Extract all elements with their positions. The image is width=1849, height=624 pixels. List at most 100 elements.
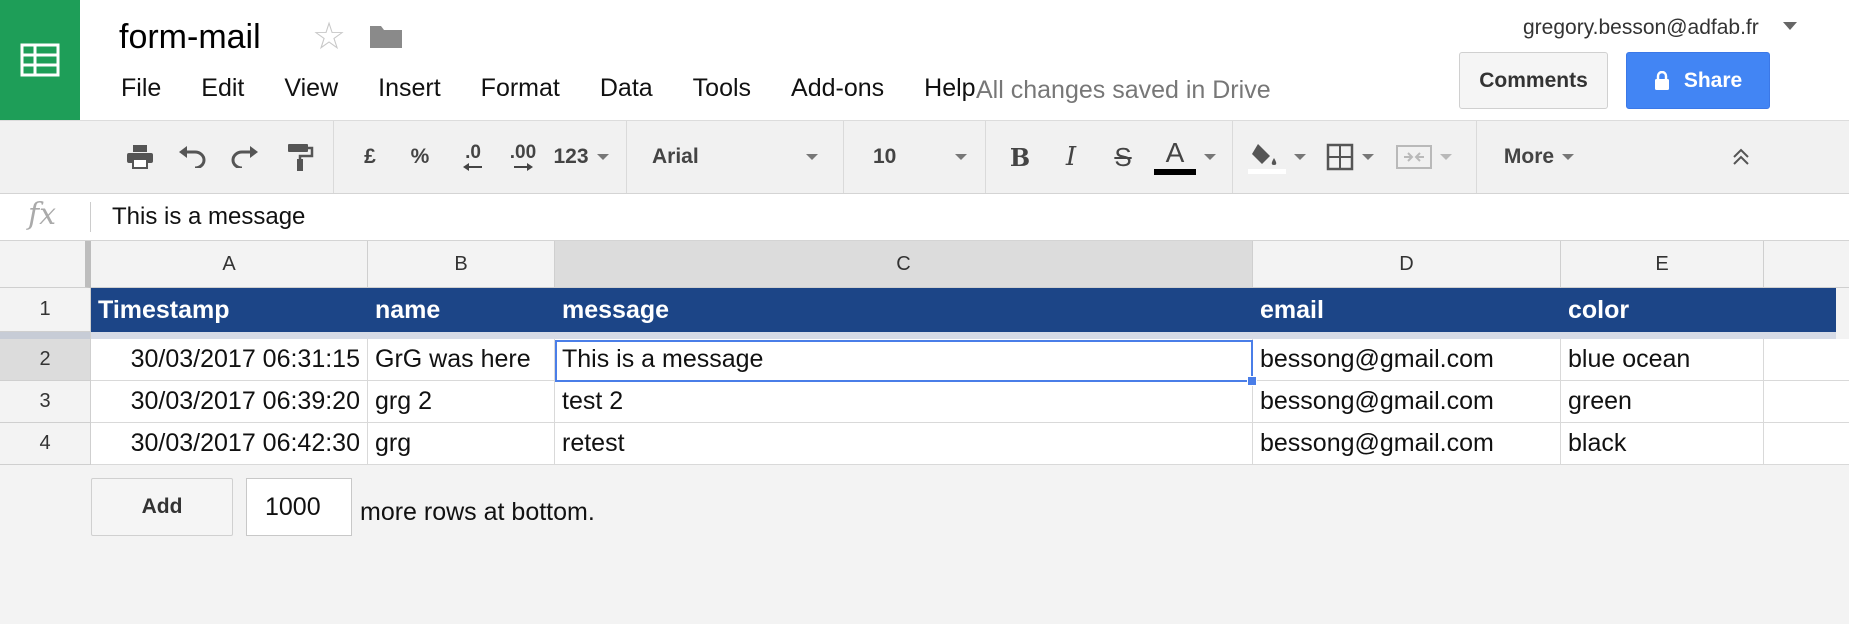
- formula-input[interactable]: This is a message: [112, 203, 305, 231]
- formula-divider: [90, 202, 91, 232]
- toolbar-separator: [1476, 121, 1477, 193]
- bold-button[interactable]: B: [1005, 121, 1035, 193]
- cell-c4[interactable]: retest: [555, 423, 1253, 465]
- strikethrough-button[interactable]: S: [1108, 121, 1138, 193]
- increase-decimals-button[interactable]: .00: [502, 121, 544, 193]
- menu-view[interactable]: View: [284, 74, 338, 103]
- menu-format[interactable]: Format: [481, 74, 560, 103]
- chevron-down-icon: [955, 154, 967, 160]
- account-dropdown-icon[interactable]: [1783, 22, 1797, 30]
- arrow-left-icon: [463, 163, 482, 171]
- font-family-dropdown[interactable]: Arial: [652, 121, 818, 193]
- header-cell-empty[interactable]: [1764, 288, 1836, 332]
- arrow-right-icon: [514, 163, 533, 171]
- account-email[interactable]: gregory.besson@adfab.fr: [1523, 16, 1759, 40]
- cell-c3[interactable]: test 2: [555, 381, 1253, 423]
- cell-a4[interactable]: 30/03/2017 06:42:30: [91, 423, 368, 465]
- comments-button[interactable]: Comments: [1459, 52, 1608, 109]
- freeze-handle[interactable]: [0, 332, 91, 339]
- text-color-button[interactable]: A: [1152, 121, 1218, 193]
- format-currency-button[interactable]: £: [355, 121, 385, 193]
- column-header-a[interactable]: A: [91, 241, 368, 288]
- column-header-e[interactable]: E: [1561, 241, 1764, 288]
- format-percent-button[interactable]: %: [405, 121, 435, 193]
- toolbar: £ % .0 .00 123 Arial 10 B I S A More: [0, 120, 1849, 194]
- chevron-down-icon: [596, 154, 609, 160]
- row-header-1[interactable]: 1: [0, 288, 91, 332]
- document-title[interactable]: form-mail: [119, 18, 261, 57]
- cell-e3[interactable]: green: [1561, 381, 1764, 423]
- cell-d3[interactable]: bessong@gmail.com: [1253, 381, 1561, 423]
- menu-add-ons[interactable]: Add-ons: [791, 74, 884, 103]
- column-header-b[interactable]: B: [368, 241, 555, 288]
- paint-format-icon[interactable]: [280, 121, 320, 193]
- menu-file[interactable]: File: [121, 74, 161, 103]
- row-header-2[interactable]: 2: [0, 339, 91, 381]
- toolbar-separator: [333, 121, 334, 193]
- more-label: More: [1503, 145, 1555, 168]
- font-size-dropdown[interactable]: 10: [873, 121, 967, 193]
- number-format-dropdown[interactable]: 123: [552, 121, 610, 193]
- cell-d2[interactable]: bessong@gmail.com: [1253, 339, 1561, 381]
- collapse-toolbar-icon[interactable]: [1726, 121, 1756, 193]
- text-color-label: A: [1165, 137, 1185, 168]
- cell-d4[interactable]: bessong@gmail.com: [1253, 423, 1561, 465]
- toolbar-separator: [843, 121, 844, 193]
- decrease-decimals-button[interactable]: .0: [455, 121, 491, 193]
- chevron-down-icon: [806, 154, 818, 160]
- save-status[interactable]: All changes saved in Drive: [976, 76, 1271, 105]
- fill-color-icon: [1248, 144, 1286, 174]
- redo-icon[interactable]: [225, 121, 265, 193]
- cell-a3[interactable]: 30/03/2017 06:39:20: [91, 381, 368, 423]
- more-dropdown[interactable]: More: [1494, 121, 1584, 193]
- header-cell-color[interactable]: color: [1561, 288, 1764, 332]
- sheets-logo-icon[interactable]: [0, 0, 80, 120]
- cell-c2[interactable]: This is a message: [555, 339, 1253, 381]
- header-cell-email[interactable]: email: [1253, 288, 1561, 332]
- cell-e2[interactable]: blue ocean: [1561, 339, 1764, 381]
- cell-b4[interactable]: grg: [368, 423, 555, 465]
- row-header-3[interactable]: 3: [0, 381, 91, 423]
- menu-data[interactable]: Data: [600, 74, 653, 103]
- cell-e4[interactable]: black: [1561, 423, 1764, 465]
- star-icon[interactable]: ☆: [312, 18, 346, 56]
- header-cell-timestamp[interactable]: Timestamp: [91, 288, 368, 332]
- print-icon[interactable]: [120, 121, 160, 193]
- italic-button[interactable]: I: [1056, 121, 1086, 193]
- fill-color-button[interactable]: [1245, 121, 1309, 193]
- row-header-4[interactable]: 4: [0, 423, 91, 465]
- header-cell-name[interactable]: name: [368, 288, 555, 332]
- cell-f3[interactable]: [1764, 381, 1849, 423]
- add-rows-button[interactable]: Add: [91, 478, 233, 536]
- rows-count-input[interactable]: 1000: [246, 478, 352, 536]
- share-button[interactable]: Share: [1626, 52, 1770, 109]
- fill-handle[interactable]: [1247, 376, 1257, 386]
- select-all-corner[interactable]: [0, 241, 91, 288]
- folder-icon[interactable]: [368, 22, 404, 55]
- undo-icon[interactable]: [172, 121, 212, 193]
- menu-bar: File Edit View Insert Format Data Tools …: [121, 74, 1016, 103]
- chevron-down-icon: [1362, 154, 1374, 160]
- menu-tools[interactable]: Tools: [693, 74, 751, 103]
- decrease-decimals-label: .0: [465, 142, 481, 163]
- cell-f4[interactable]: [1764, 423, 1849, 465]
- merge-cells-button[interactable]: [1392, 121, 1456, 193]
- cell-f2[interactable]: [1764, 339, 1849, 381]
- menu-insert[interactable]: Insert: [378, 74, 441, 103]
- increase-decimals-label: .00: [509, 142, 537, 163]
- menu-edit[interactable]: Edit: [201, 74, 244, 103]
- menu-help[interactable]: Help: [924, 74, 975, 103]
- lock-icon: [1654, 70, 1670, 91]
- borders-button[interactable]: [1322, 121, 1378, 193]
- column-header-c[interactable]: C: [555, 241, 1253, 288]
- function-icon: fx: [28, 197, 57, 232]
- cell-a2[interactable]: 30/03/2017 06:31:15: [91, 339, 368, 381]
- cell-b3[interactable]: grg 2: [368, 381, 555, 423]
- text-color-swatch: [1154, 169, 1196, 175]
- chevron-down-icon: [1440, 154, 1452, 160]
- column-headers: A B C D E: [0, 241, 1849, 288]
- header-cell-message[interactable]: message: [555, 288, 1253, 332]
- column-header-d[interactable]: D: [1253, 241, 1561, 288]
- borders-icon: [1326, 143, 1354, 171]
- cell-b2[interactable]: GrG was here: [368, 339, 555, 381]
